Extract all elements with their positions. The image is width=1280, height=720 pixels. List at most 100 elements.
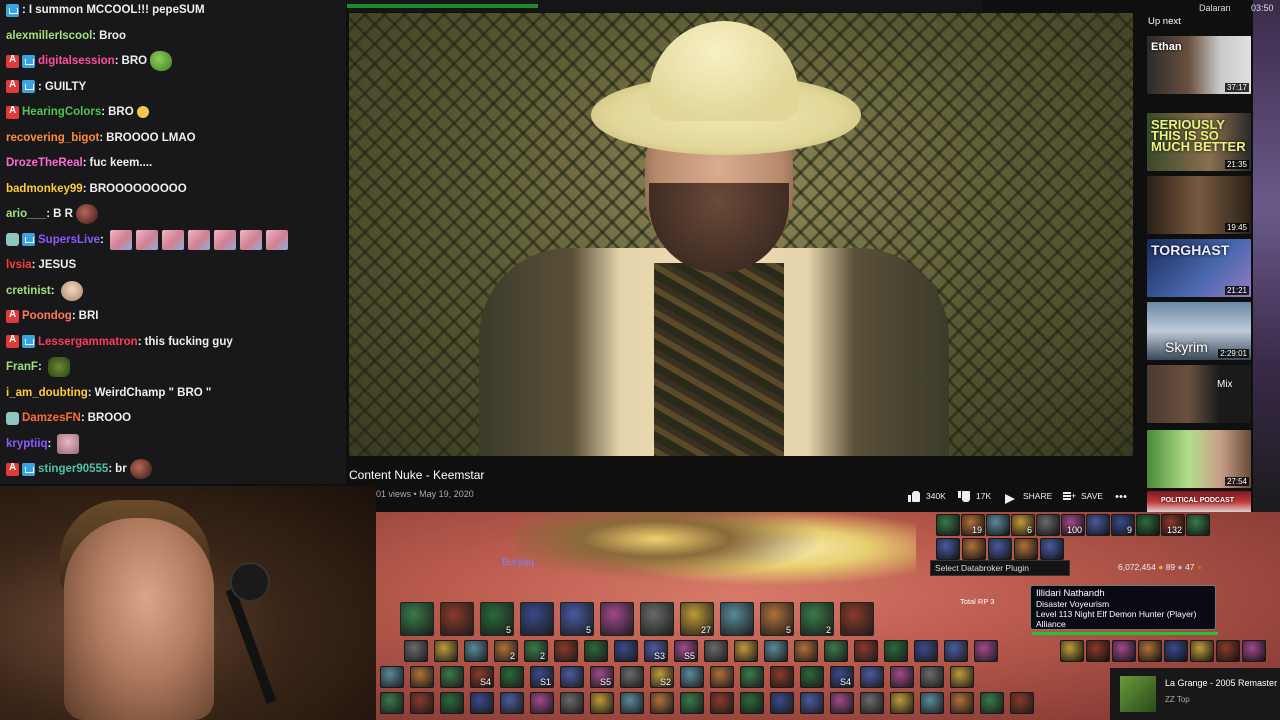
action-bar-slot[interactable] [640,602,674,636]
up-next-thumbnail[interactable]: Skyrim 2:29:01 [1147,302,1251,360]
debuff-icon[interactable] [1086,640,1110,662]
subscriber-badge-icon[interactable] [22,233,35,246]
chat-username[interactable]: kryptiiq [6,438,48,450]
up-next-thumbnail[interactable]: Ethan 37:17 [1147,36,1251,94]
like-button[interactable]: 340K [908,489,946,503]
action-bar-slot[interactable] [860,666,884,688]
chat-username[interactable]: badmonkey99 [6,183,83,195]
action-bar-slot[interactable]: S5 [674,640,698,662]
chat-username[interactable]: DrozeTheReal [6,157,83,169]
action-bar-slot[interactable]: S4 [830,666,854,688]
chat-username[interactable]: FranF [6,361,38,373]
action-bar-slot[interactable] [770,692,794,714]
action-bar-slot[interactable] [464,640,488,662]
chat-username[interactable]: lvsia [6,259,32,271]
chat-username[interactable]: stinger90555 [38,463,108,475]
action-bar-slot[interactable] [914,640,938,662]
action-bar-slot[interactable] [400,602,434,636]
action-bar-slot[interactable] [560,692,584,714]
action-bar-slot[interactable] [890,666,914,688]
up-next-thumbnail[interactable]: 27:54 [1147,430,1251,488]
action-bar-slot[interactable] [650,692,674,714]
debuff-icon[interactable] [1138,640,1162,662]
action-bar-slot[interactable] [720,602,754,636]
share-button[interactable]: SHARE [1005,489,1052,504]
action-bar-slot[interactable] [620,666,644,688]
action-bar-slot[interactable] [500,666,524,688]
chat-username[interactable]: cretinist [6,285,51,297]
action-bar-slot[interactable] [794,640,818,662]
prime-badge-icon[interactable] [6,79,19,93]
action-bar-slot[interactable] [950,666,974,688]
dislike-button[interactable]: 17K [958,489,991,503]
subscriber-badge-icon[interactable] [22,80,35,93]
buff-icon[interactable]: 100 [1061,514,1085,536]
up-next-thumbnail[interactable]: TORGHAST 21:21 [1147,239,1251,297]
chat-username[interactable]: HearingColors [22,106,101,118]
action-bar-slot[interactable] [980,692,1004,714]
action-bar-slot[interactable] [740,666,764,688]
action-bar-slot[interactable] [410,692,434,714]
action-bar-slot[interactable]: S3 [644,640,668,662]
chat-username[interactable]: digitalsession [38,55,115,67]
action-bar-slot[interactable]: 5 [760,602,794,636]
action-bar-slot[interactable] [740,692,764,714]
debuff-icon[interactable] [1060,640,1084,662]
action-bar-slot[interactable] [800,692,824,714]
action-bar-slot[interactable]: 2 [800,602,834,636]
buff-icon[interactable] [1036,514,1060,536]
prime-badge-icon[interactable] [6,105,19,119]
buff-icon[interactable]: 19 [961,514,985,536]
buff-icon[interactable]: 9 [1111,514,1135,536]
action-bar-slot[interactable] [1010,692,1034,714]
action-bar-slot[interactable] [974,640,998,662]
action-bar-slot[interactable] [440,602,474,636]
buff-icon[interactable] [936,538,960,560]
action-bar-slot[interactable] [884,640,908,662]
up-next-thumbnail[interactable]: POLITICAL PODCAST [1147,491,1251,513]
up-next-thumbnail[interactable]: 19:45 [1147,176,1251,234]
action-bar-slot[interactable] [554,640,578,662]
action-bar-slot[interactable]: 2 [524,640,548,662]
action-bar-slot[interactable]: 2 [494,640,518,662]
action-bar-slot[interactable] [860,692,884,714]
subscriber-badge-icon[interactable] [22,54,35,68]
buff-icon[interactable] [986,514,1010,536]
action-bar-slot[interactable] [800,666,824,688]
action-bar-slot[interactable] [680,692,704,714]
action-bar-slot[interactable] [854,640,878,662]
action-bar-slot[interactable] [404,640,428,662]
buff-icon[interactable] [962,538,986,560]
chat-username[interactable]: ario___ [6,208,46,220]
databroker-select[interactable]: Select Databroker Plugin [930,560,1070,576]
action-bar-slot[interactable] [584,640,608,662]
chat-username[interactable]: alexmillerIscool [6,30,92,42]
action-bar-slot[interactable] [600,602,634,636]
action-bar-slot[interactable] [704,640,728,662]
action-bar-slot[interactable] [824,640,848,662]
video-progress-bar[interactable] [347,0,983,12]
action-bar-slot[interactable] [890,692,914,714]
action-bar-slot[interactable]: 5 [480,602,514,636]
action-bar-slot[interactable]: 27 [680,602,714,636]
debuff-icon[interactable] [1164,640,1188,662]
action-bar-slot[interactable] [920,692,944,714]
debuff-icon[interactable] [1190,640,1214,662]
buff-icon[interactable]: 132 [1161,514,1185,536]
up-next-thumbnail[interactable]: Mix [1147,365,1251,423]
video-player[interactable] [349,13,1133,456]
debuff-icon[interactable] [1216,640,1240,662]
bot-badge-icon[interactable] [6,233,19,246]
buff-icon[interactable] [1136,514,1160,536]
action-bar-slot[interactable] [500,692,524,714]
buff-icon[interactable] [1186,514,1210,536]
chat-username[interactable]: recovering_bigot [6,132,99,144]
action-bar-slot[interactable] [840,602,874,636]
subscriber-badge-icon[interactable] [22,462,35,476]
action-bar-slot[interactable] [710,666,734,688]
action-bar-slot[interactable] [620,692,644,714]
action-bar-slot[interactable] [530,692,554,714]
action-bar-slot[interactable]: 5 [560,602,594,636]
action-bar-slot[interactable] [434,640,458,662]
buff-icon[interactable] [1086,514,1110,536]
